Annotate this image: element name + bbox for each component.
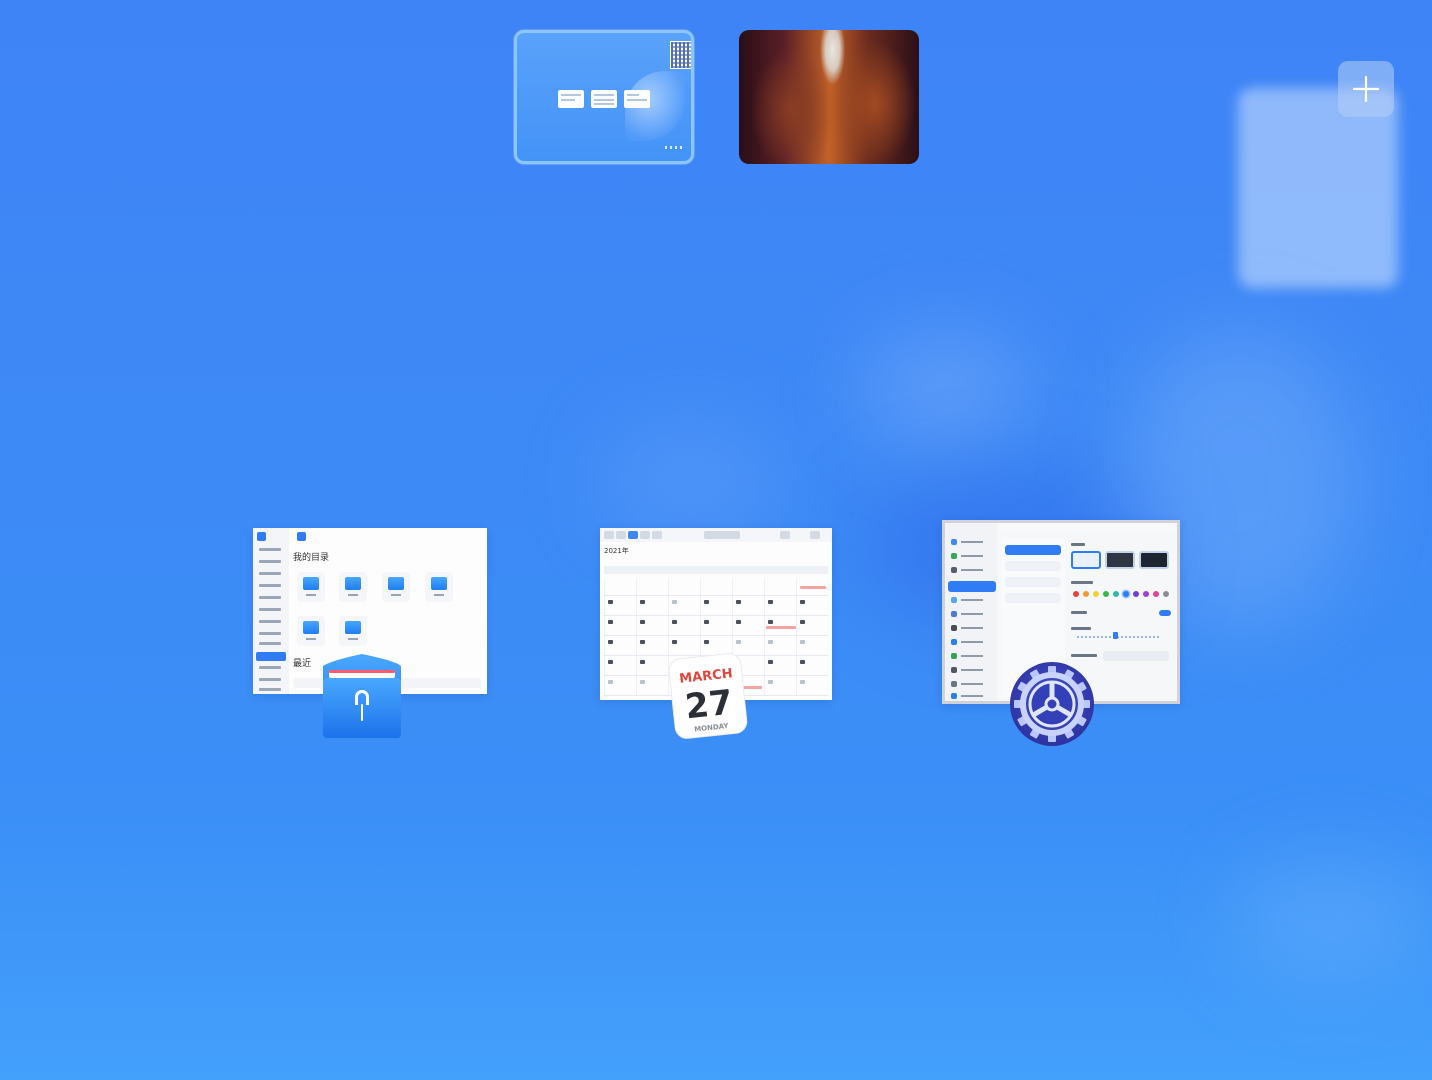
wallpaper-glow [600, 420, 780, 540]
sidebar-item-active [256, 652, 286, 661]
file-manager-icon [321, 654, 403, 738]
year-label: 2021年 [604, 547, 629, 555]
mini-window-calendar [591, 90, 617, 108]
sidebar [253, 528, 289, 694]
calendar-icon: MARCH 27 MONDAY [666, 650, 750, 742]
section-heading-recent: 最近 [293, 659, 312, 669]
mini-window-control-center [624, 90, 650, 108]
wallpaper-glow [860, 330, 1030, 450]
qr-code-widget [670, 41, 691, 69]
folder-icon [425, 572, 453, 602]
folder-icon [297, 616, 325, 646]
workspace-thumbnail-2[interactable] [739, 30, 919, 164]
toggle-switch[interactable] [1159, 610, 1171, 616]
toolbar [600, 528, 832, 542]
tab-icon [297, 532, 306, 541]
folder-icon [382, 572, 410, 602]
dock-indicator [665, 146, 685, 149]
theme-auto-option[interactable] [1105, 551, 1135, 569]
section-heading: 我的目录 [293, 553, 330, 563]
sidebar-item-active [948, 581, 996, 592]
calendar-event [766, 626, 796, 629]
settings-gear-icon [1008, 660, 1096, 748]
folder-icon [339, 572, 367, 602]
slider-knob[interactable] [1113, 632, 1118, 639]
workspace-thumbnail-1[interactable] [514, 30, 694, 164]
weekday-header [604, 566, 828, 574]
calendar-event [800, 586, 826, 589]
mini-window-file-manager [558, 90, 584, 108]
app-logo-icon [257, 532, 266, 541]
settings-sidebar [945, 523, 997, 701]
theme-dark-option[interactable] [1139, 551, 1169, 569]
multitasking-view: 我的目录 最近 2021年 MARCH 27 MONDAY [0, 0, 1432, 1080]
folder-icon [339, 616, 367, 646]
theme-light-option[interactable] [1071, 551, 1101, 569]
slider-track[interactable] [1077, 636, 1161, 638]
add-workspace-button[interactable] [1338, 61, 1394, 117]
new-workspace-preview [1238, 88, 1398, 288]
calendar-day-text: 27 [683, 683, 734, 728]
wallpaper-glow [1230, 860, 1430, 980]
dropdown-select[interactable] [1103, 651, 1169, 661]
folder-icon [297, 572, 325, 602]
plus-icon [1352, 75, 1380, 103]
